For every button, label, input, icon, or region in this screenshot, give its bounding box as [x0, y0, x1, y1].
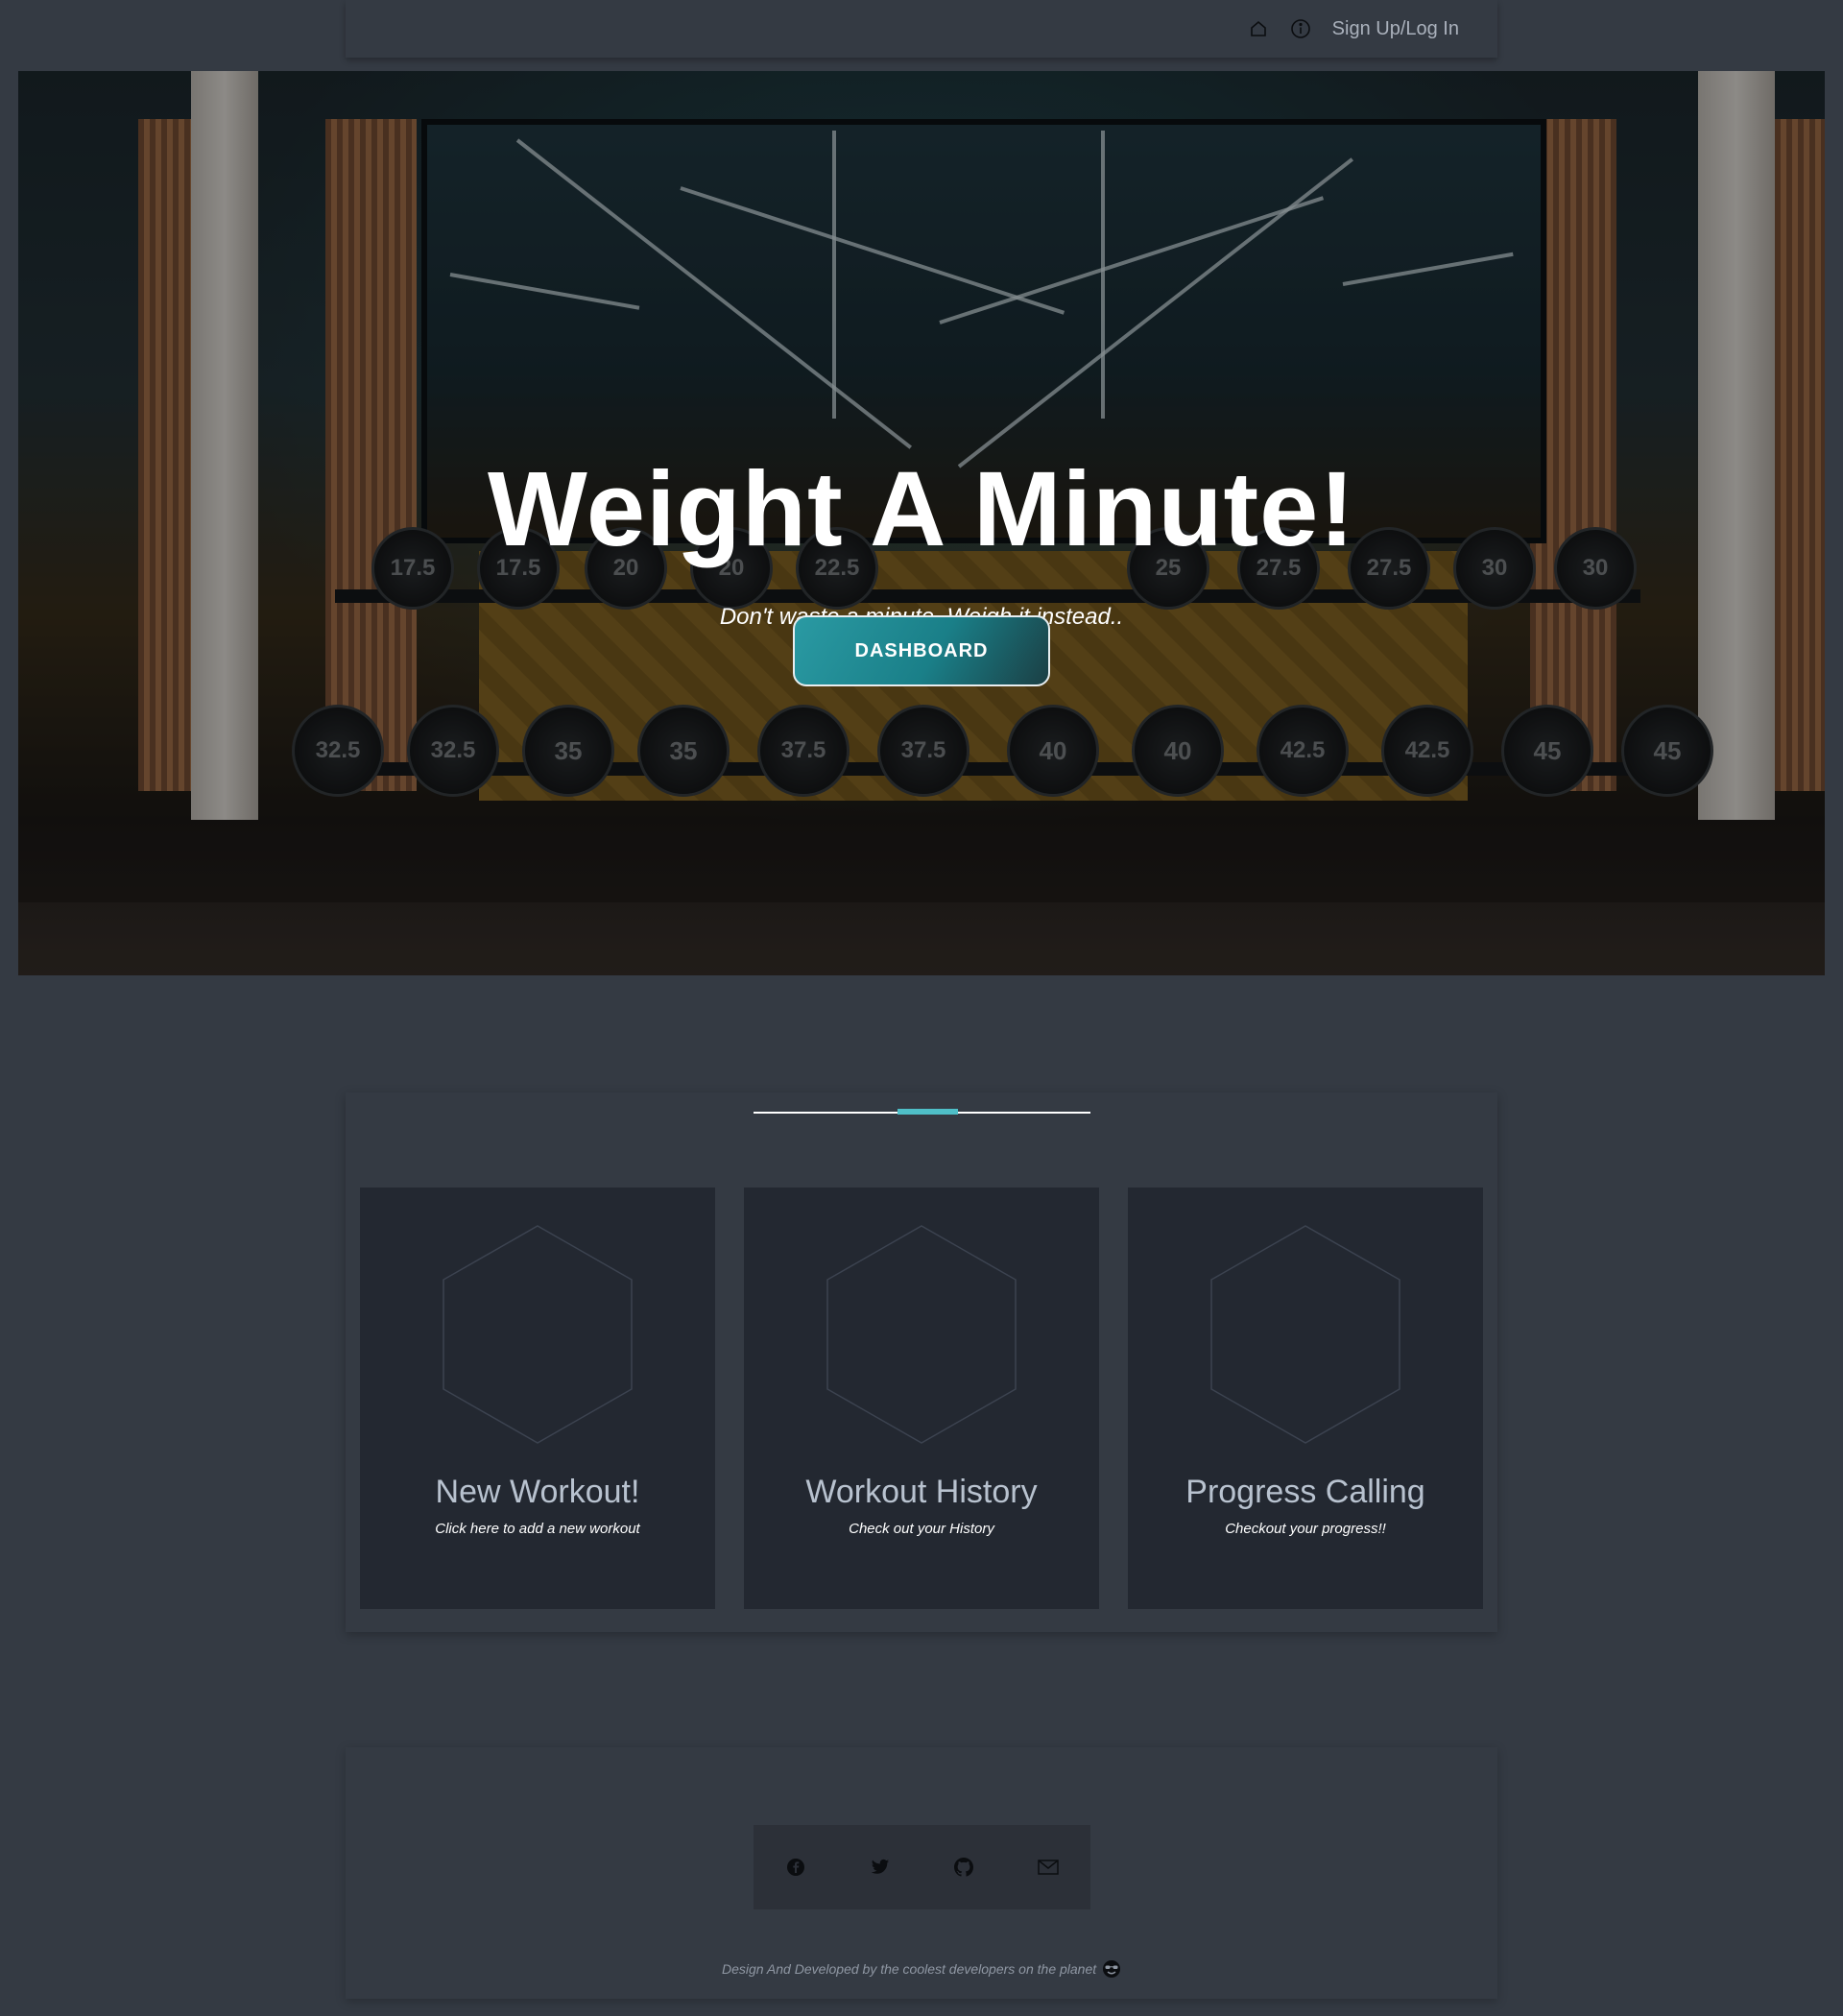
home-icon[interactable] — [1248, 18, 1269, 39]
signup-login-link[interactable]: Sign Up/Log In — [1332, 18, 1459, 40]
card-new-workout[interactable]: New Workout! Click here to add a new wor… — [360, 1188, 715, 1609]
card-workout-history[interactable]: Workout History Check out your History — [744, 1188, 1099, 1609]
hexagon-icon — [1210, 1225, 1400, 1444]
email-icon[interactable] — [1006, 1825, 1090, 1909]
twitter-icon[interactable] — [838, 1825, 922, 1909]
features-section: New Workout! Click here to add a new wor… — [346, 1092, 1497, 1632]
footer-credit-text: Design And Developed by the coolest deve… — [721, 1961, 1097, 1978]
card-title: New Workout! — [435, 1474, 640, 1510]
card-subtitle: Check out your History — [849, 1521, 994, 1537]
card-title: Workout History — [805, 1474, 1038, 1510]
card-title: Progress Calling — [1185, 1474, 1425, 1510]
sunglasses-emoji-icon — [1102, 1959, 1121, 1981]
hero-banner: 17.5 17.5 20 20 22.5 25 27.5 27.5 30 30 … — [18, 71, 1825, 975]
hexagon-icon — [443, 1225, 633, 1444]
card-subtitle: Checkout your progress!! — [1225, 1521, 1386, 1537]
card-subtitle: Click here to add a new workout — [435, 1521, 640, 1537]
dashboard-button[interactable]: DASHBOARD — [793, 615, 1050, 686]
footer: Design And Developed by the coolest deve… — [346, 1747, 1497, 1999]
footer-credit: Design And Developed by the coolest deve… — [346, 1959, 1497, 1981]
card-progress-calling[interactable]: Progress Calling Checkout your progress!… — [1128, 1188, 1483, 1609]
hero-title: Weight A Minute! — [487, 450, 1355, 568]
facebook-icon[interactable] — [754, 1825, 838, 1909]
info-icon[interactable] — [1290, 18, 1311, 39]
top-navbar: Sign Up/Log In — [346, 0, 1497, 58]
section-divider-accent — [898, 1109, 958, 1115]
github-icon[interactable] — [922, 1825, 1007, 1909]
hexagon-icon — [826, 1225, 1017, 1444]
social-links-bar — [754, 1825, 1090, 1909]
